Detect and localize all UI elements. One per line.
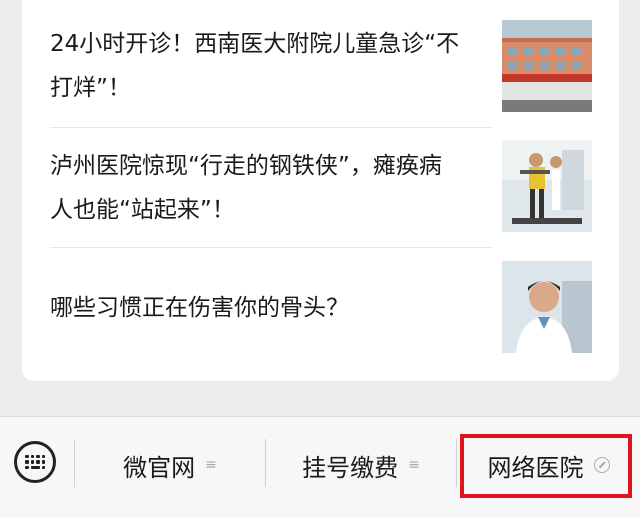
menu-item-label: 挂号缴费	[302, 453, 399, 482]
article-title[interactable]: 泸州医院惊现“行走的钢铁侠”，瘫痪病 人也能“站起来”！	[50, 128, 490, 248]
article-item[interactable]: 泸州医院惊现“行走的钢铁侠”，瘫痪病 人也能“站起来”！	[50, 128, 592, 248]
keyboard-icon[interactable]	[14, 441, 56, 483]
menu-list-icon: ≡	[408, 457, 420, 473]
article-title[interactable]: 24小时开诊！西南医大附院儿童急诊“不 打烊”！	[50, 6, 490, 126]
menu-item-registration-payment[interactable]: 挂号缴费 ≡	[266, 417, 456, 513]
article-item[interactable]: 24小时开诊！西南医大附院儿童急诊“不 打烊”！	[50, 6, 592, 126]
menu-item-micro-site[interactable]: 微官网 ≡	[75, 417, 265, 513]
article-title-line: 24小时开诊！西南医大附院儿童急诊“不	[50, 31, 460, 57]
article-title[interactable]: 哪些习惯正在伤害你的骨头？	[50, 248, 490, 368]
article-item[interactable]: 哪些习惯正在伤害你的骨头？	[50, 248, 592, 368]
highlight-box	[460, 434, 632, 498]
article-title-line: 哪些习惯正在伤害你的骨头？	[50, 295, 349, 321]
article-thumbnail[interactable]	[502, 20, 592, 112]
article-title-line: 打烊”！	[50, 75, 131, 101]
article-title-line: 泸州医院惊现“行走的钢铁侠”，瘫痪病	[50, 153, 442, 179]
article-thumbnail[interactable]	[502, 261, 592, 353]
article-title-line: 人也能“站起来”！	[50, 197, 235, 223]
article-thumbnail[interactable]	[502, 140, 592, 232]
article-list-card: 24小时开诊！西南医大附院儿童急诊“不 打烊”！ 泸州医院惊现“行走的钢铁侠”，…	[22, 0, 619, 381]
menu-item-label: 微官网	[123, 453, 196, 482]
menu-list-icon: ≡	[205, 457, 217, 473]
